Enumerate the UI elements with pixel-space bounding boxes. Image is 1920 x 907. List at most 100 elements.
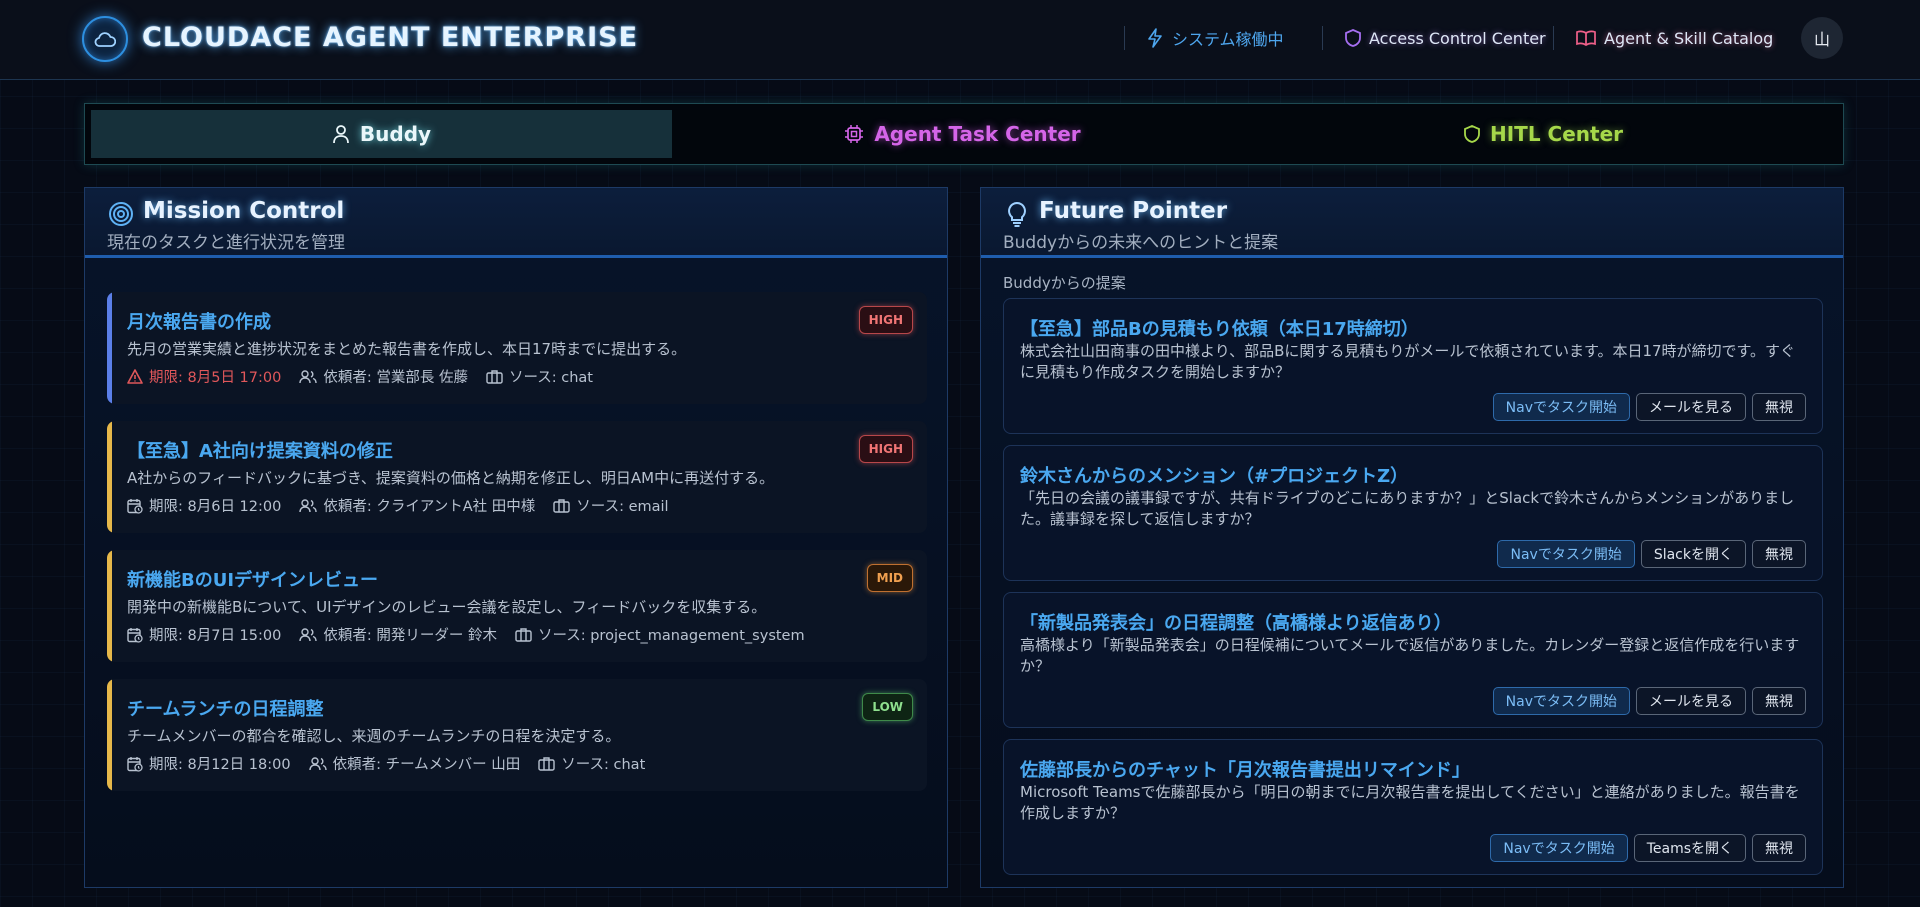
warning-icon bbox=[127, 369, 143, 384]
briefcase-icon bbox=[515, 627, 532, 642]
task-requester: 依頼者: チームメンバー 山田 bbox=[308, 753, 521, 774]
task-requester: 依頼者: 開発リーダー 鈴木 bbox=[299, 624, 497, 645]
panel-header: Mission Control 現在のタスクと進行状況を管理 bbox=[85, 188, 947, 258]
task-requester-label: 依頼者: クライアントA社 田中様 bbox=[323, 499, 536, 515]
task-card[interactable]: 新機能BのUIデザインレビュー 開発中の新機能Bについて、UIデザインのレビュー… bbox=[107, 550, 927, 662]
ignore-button[interactable]: 無視 bbox=[1752, 393, 1806, 421]
task-deadline: 期限: 8月12日 18:00 bbox=[127, 753, 291, 774]
system-status: システム稼働中 bbox=[1146, 24, 1284, 52]
start-task-button[interactable]: Navでタスク開始 bbox=[1492, 687, 1630, 715]
suggestion-text: 高橋様より「新製品発表会」の日程候補についてメールで返信がありました。カレンダー… bbox=[1020, 636, 1800, 675]
task-card[interactable]: 月次報告書の作成 先月の営業実績と進捗状況をまとめた報告書を作成し、本日17時ま… bbox=[107, 292, 927, 404]
task-deadline-label: 期限: 8月5日 17:00 bbox=[149, 370, 282, 386]
view-mail-button[interactable]: メールを見る bbox=[1636, 687, 1746, 715]
suggestions-label: Buddyからの提案 bbox=[1003, 274, 1126, 292]
task-source: ソース: email bbox=[553, 495, 669, 516]
task-title: 【至急】A社向け提案資料の修正 bbox=[127, 441, 393, 462]
task-description: 開発中の新機能Bについて、UIデザインのレビュー会議を設定し、フィードバックを収… bbox=[127, 598, 767, 616]
lightning-icon bbox=[1146, 28, 1164, 48]
briefcase-icon bbox=[553, 498, 570, 513]
catalog-link[interactable]: Agent & Skill Catalog bbox=[1576, 24, 1773, 52]
suggestion-card: 【至急】部品Bの見積もり依頼（本日17時締切） 株式会社山田商事の田中様より、部… bbox=[1003, 298, 1823, 434]
suggestion-text: 株式会社山田商事の田中様より、部品Bに関する見積もりがメールで依頼されています。… bbox=[1020, 342, 1796, 381]
start-task-button[interactable]: Navでタスク開始 bbox=[1490, 834, 1628, 862]
suggestion-card: 鈴木さんからのメンション（#プロジェクトZ） 「先日の会議の議事録ですが、共有ド… bbox=[1003, 445, 1823, 581]
tab-label: Agent Task Center bbox=[874, 122, 1081, 146]
task-requester: 依頼者: クライアントA社 田中様 bbox=[299, 495, 535, 516]
users-icon bbox=[299, 369, 318, 384]
task-meta: 期限: 8月12日 18:00 依頼者: チームメンバー 山田 ソース: cha… bbox=[127, 753, 645, 774]
start-task-button[interactable]: Navでタスク開始 bbox=[1497, 540, 1635, 568]
suggestion-actions: Navでタスク開始 メールを見る 無視 bbox=[1492, 393, 1806, 421]
task-source: ソース: chat bbox=[486, 366, 593, 387]
task-title: チームランチの日程調整 bbox=[127, 699, 324, 720]
task-description: チームメンバーの都合を確認し、来週のチームランチの日程を決定する。 bbox=[127, 727, 621, 745]
suggestion-card: 「新製品発表会」の日程調整（高橋様より返信あり） 高橋様より「新製品発表会」の日… bbox=[1003, 592, 1823, 728]
tab-label: Buddy bbox=[359, 122, 432, 146]
task-requester-label: 依頼者: 営業部長 佐藤 bbox=[323, 370, 468, 386]
suggestion-actions: Navでタスク開始 Teamsを開く 無視 bbox=[1490, 834, 1806, 862]
users-icon bbox=[308, 756, 327, 771]
app-title: CLOUDACE AGENT ENTERPRISE bbox=[142, 22, 639, 53]
briefcase-icon bbox=[486, 369, 503, 384]
task-source-label: ソース: email bbox=[576, 499, 669, 515]
task-requester-label: 依頼者: チームメンバー 山田 bbox=[332, 757, 521, 773]
nav-divider bbox=[1124, 26, 1125, 50]
panel-header: Future Pointer Buddyからの未来へのヒントと提案 bbox=[981, 188, 1843, 258]
task-source-label: ソース: chat bbox=[508, 370, 593, 386]
system-status-label: システム稼働中 bbox=[1172, 30, 1284, 49]
task-source: ソース: project_management_system bbox=[515, 624, 805, 645]
tab-buddy[interactable]: Buddy bbox=[91, 110, 672, 158]
priority-badge: HIGH bbox=[858, 306, 913, 334]
ignore-button[interactable]: 無視 bbox=[1752, 540, 1806, 568]
user-avatar[interactable]: 山 bbox=[1801, 17, 1843, 59]
users-icon bbox=[299, 627, 318, 642]
panel-subtitle: Buddyからの未来へのヒントと提案 bbox=[1003, 233, 1279, 253]
task-source: ソース: chat bbox=[538, 753, 645, 774]
task-deadline-label: 期限: 8月7日 15:00 bbox=[149, 628, 282, 644]
task-card[interactable]: 【至急】A社向け提案資料の修正 A社からのフィードバックに基づき、提案資料の価格… bbox=[107, 421, 927, 533]
task-title: 月次報告書の作成 bbox=[127, 312, 271, 333]
suggestion-title: 佐藤部長からのチャット「月次報告書提出リマインド」 bbox=[1020, 760, 1470, 781]
priority-badge: HIGH bbox=[858, 435, 913, 463]
suggestion-text: 「先日の会議の議事録ですが、共有ドライブのどこにありますか？」とSlackで鈴木… bbox=[1020, 489, 1795, 528]
calendar-clock-icon bbox=[127, 756, 143, 772]
panel-title: Future Pointer bbox=[1039, 198, 1228, 224]
nav-divider bbox=[1322, 26, 1323, 50]
task-source-label: ソース: chat bbox=[561, 757, 646, 773]
suggestion-card: 佐藤部長からのチャット「月次報告書提出リマインド」 Microsoft Team… bbox=[1003, 739, 1823, 875]
task-deadline: 期限: 8月7日 15:00 bbox=[127, 624, 281, 645]
task-meta: 期限: 8月5日 17:00 依頼者: 営業部長 佐藤 ソース: chat bbox=[127, 366, 593, 387]
panel-subtitle: 現在のタスクと進行状況を管理 bbox=[107, 233, 345, 253]
suggestion-title: 【至急】部品Bの見積もり依頼（本日17時締切） bbox=[1020, 319, 1419, 340]
task-description: 先月の営業実績と進捗状況をまとめた報告書を作成し、本日17時までに提出する。 bbox=[127, 340, 687, 358]
users-icon bbox=[299, 498, 318, 513]
tab-hitl-center[interactable]: HITL Center bbox=[1253, 110, 1834, 158]
task-requester-label: 依頼者: 開発リーダー 鈴木 bbox=[323, 628, 497, 644]
suggestion-title: 「新製品発表会」の日程調整（高橋様より返信あり） bbox=[1020, 613, 1452, 634]
app-header: CLOUDACE AGENT ENTERPRISE システム稼働中 Access… bbox=[0, 0, 1920, 80]
suggestion-title: 鈴木さんからのメンション（#プロジェクトZ） bbox=[1020, 466, 1409, 487]
task-meta: 期限: 8月7日 15:00 依頼者: 開発リーダー 鈴木 ソース: proje… bbox=[127, 624, 805, 645]
tab-agent-task-center[interactable]: Agent Task Center bbox=[672, 110, 1253, 158]
open-teams-button[interactable]: Teamsを開く bbox=[1633, 834, 1746, 862]
user-icon bbox=[332, 124, 350, 144]
start-task-button[interactable]: Navでタスク開始 bbox=[1492, 393, 1630, 421]
view-mail-button[interactable]: メールを見る bbox=[1636, 393, 1746, 421]
catalog-label: Agent & Skill Catalog bbox=[1604, 28, 1774, 48]
lightbulb-icon bbox=[1003, 200, 1031, 228]
task-deadline: 期限: 8月5日 17:00 bbox=[127, 366, 281, 387]
access-control-link[interactable]: Access Control Center bbox=[1345, 24, 1546, 52]
ignore-button[interactable]: 無視 bbox=[1752, 834, 1806, 862]
tab-label: HITL Center bbox=[1490, 122, 1623, 146]
priority-badge: MID bbox=[866, 564, 913, 592]
open-slack-button[interactable]: Slackを開く bbox=[1640, 540, 1746, 568]
suggestion-text: Microsoft Teamsで佐藤部長から「明日の朝までに月次報告書を提出して… bbox=[1020, 783, 1800, 822]
task-requester: 依頼者: 営業部長 佐藤 bbox=[299, 366, 468, 387]
priority-badge: LOW bbox=[862, 693, 913, 721]
shield-icon bbox=[1345, 29, 1361, 47]
task-title: 新機能BのUIデザインレビュー bbox=[127, 570, 379, 591]
task-card[interactable]: チームランチの日程調整 チームメンバーの都合を確認し、来週のチームランチの日程を… bbox=[107, 679, 927, 791]
briefcase-icon bbox=[538, 756, 555, 771]
ignore-button[interactable]: 無視 bbox=[1752, 687, 1806, 715]
